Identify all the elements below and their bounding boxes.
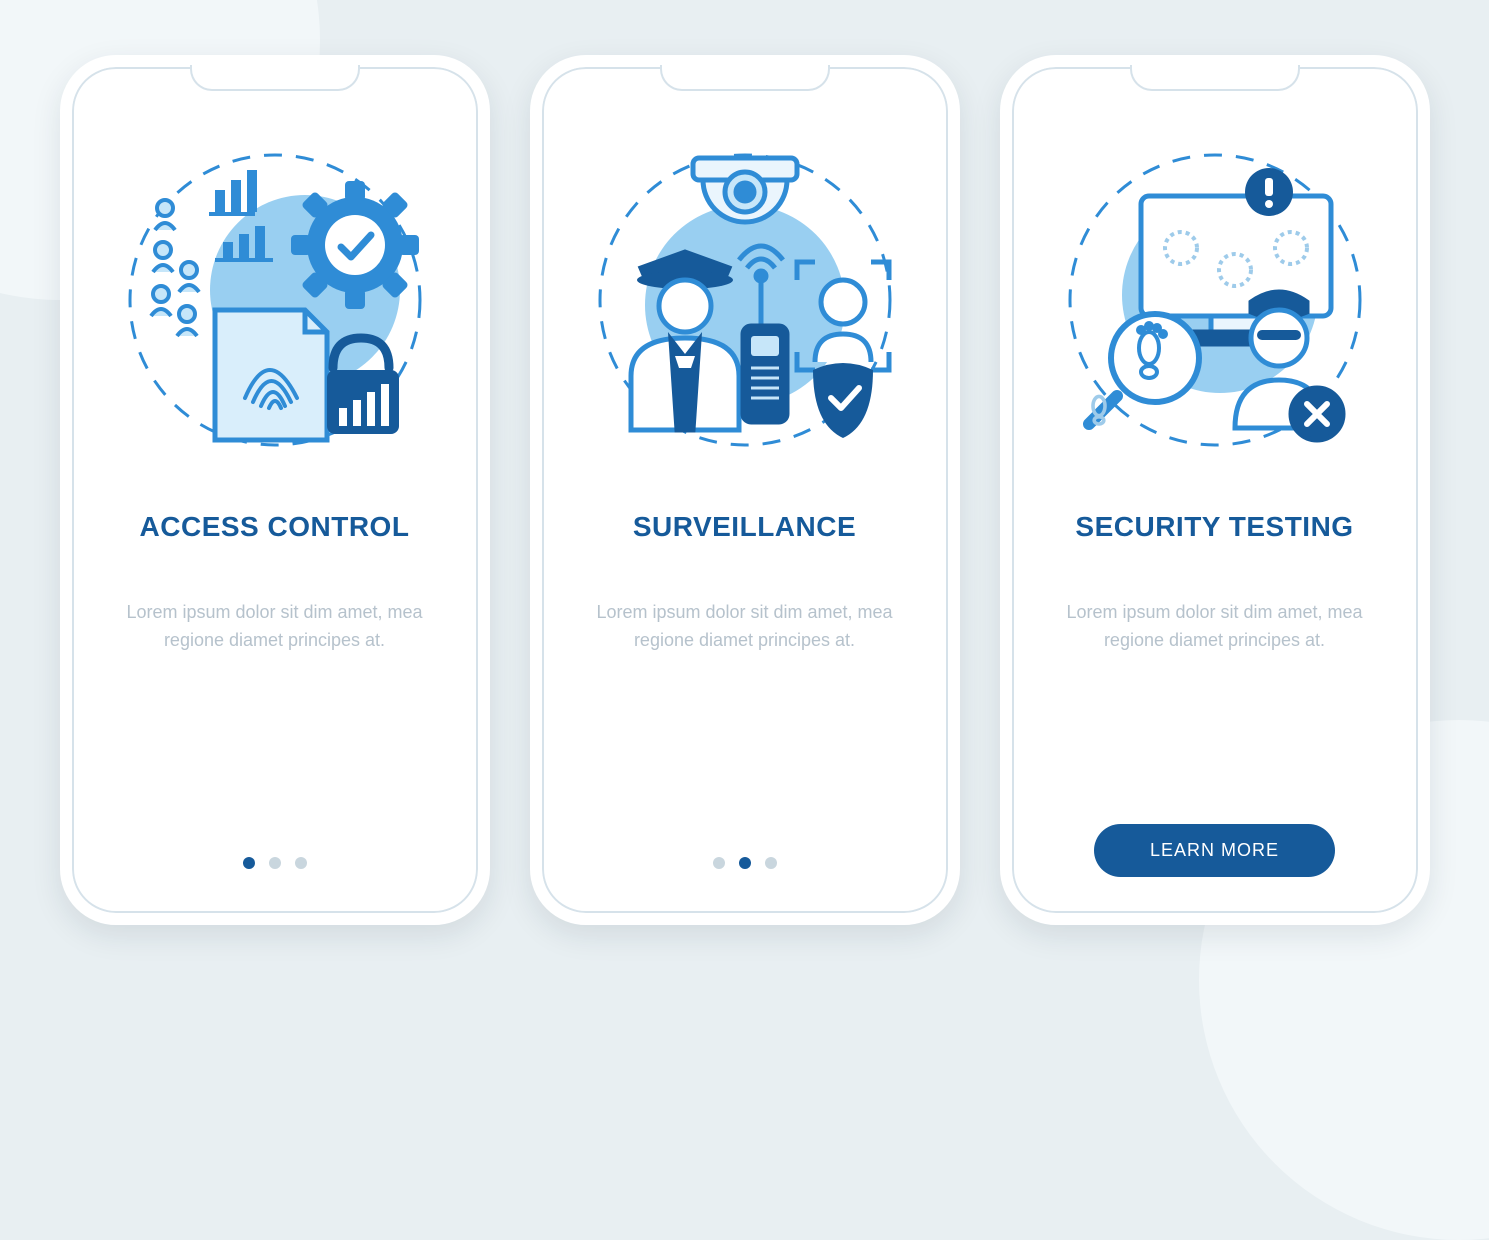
- page-dot-1[interactable]: [713, 857, 725, 869]
- security-testing-illustration: [1036, 115, 1394, 485]
- magnifier-footprint-icon: [1089, 314, 1199, 424]
- page-dot-2[interactable]: [739, 857, 751, 869]
- surveillance-illustration: [566, 115, 924, 485]
- page-dot-1[interactable]: [243, 857, 255, 869]
- screen-title: SURVEILLANCE: [633, 511, 856, 543]
- alert-icon: [1245, 168, 1293, 216]
- phone-notch: [190, 65, 360, 91]
- learn-more-button[interactable]: LEARN MORE: [1094, 824, 1335, 877]
- onboarding-mockup-row: ACCESS CONTROL Lorem ipsum dolor sit dim…: [0, 0, 1489, 980]
- screen-description: Lorem ipsum dolor sit dim amet, mea regi…: [595, 599, 895, 655]
- page-indicator[interactable]: [713, 857, 777, 869]
- gear-check-icon: [291, 181, 419, 309]
- shield-check-icon: [813, 363, 873, 438]
- phone-mockup-2: SURVEILLANCE Lorem ipsum dolor sit dim a…: [530, 55, 960, 925]
- screen-description: Lorem ipsum dolor sit dim amet, mea regi…: [125, 599, 425, 655]
- phone-notch: [1130, 65, 1300, 91]
- screen-title: ACCESS CONTROL: [140, 511, 410, 543]
- page-dot-3[interactable]: [765, 857, 777, 869]
- phone-notch: [660, 65, 830, 91]
- access-control-illustration: [96, 115, 454, 485]
- fingerprint-icon: [215, 310, 327, 440]
- page-indicator[interactable]: [243, 857, 307, 869]
- screen-title: SECURITY TESTING: [1075, 511, 1353, 543]
- screen-description: Lorem ipsum dolor sit dim amet, mea regi…: [1065, 599, 1365, 655]
- phone-mockup-3: SECURITY TESTING Lorem ipsum dolor sit d…: [1000, 55, 1430, 925]
- page-dot-3[interactable]: [295, 857, 307, 869]
- phone-mockup-1: ACCESS CONTROL Lorem ipsum dolor sit dim…: [60, 55, 490, 925]
- page-dot-2[interactable]: [269, 857, 281, 869]
